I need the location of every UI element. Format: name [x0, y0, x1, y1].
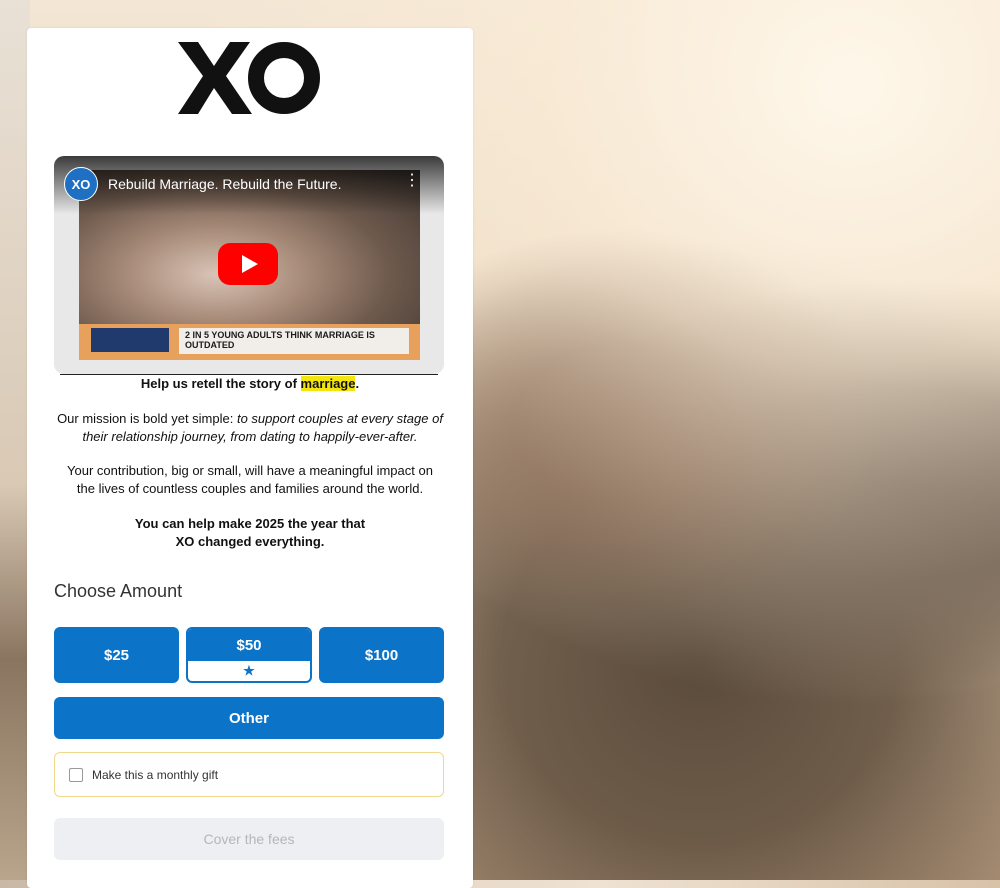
monthly-gift-checkbox[interactable] [69, 767, 83, 782]
other-amount-button[interactable]: Other [54, 697, 444, 739]
monthly-gift-option[interactable]: Make this a monthly gift [54, 752, 444, 797]
background-photo-edge [0, 0, 30, 880]
xo-logo [178, 42, 320, 114]
cover-fees-button[interactable]: Cover the fees [54, 818, 444, 860]
impact-text: Your contribution, big or small, will ha… [67, 463, 433, 496]
choose-amount-heading: Choose Amount [54, 581, 183, 601]
headline-suffix: . [355, 376, 360, 391]
amount-25-button[interactable]: $25 [54, 627, 179, 683]
news-logo-box [91, 328, 169, 352]
star-icon: ★ [243, 663, 255, 678]
headline-prefix: Help us retell the story of [140, 376, 301, 391]
headline: Help us retell the story of marriage. [54, 375, 446, 393]
amount-50-button[interactable]: $50 ★ [186, 627, 312, 683]
amount-50-label: $50 [188, 629, 310, 661]
channel-avatar-icon[interactable]: XO [64, 167, 98, 201]
cta-line-2: XO changed everything. [175, 534, 325, 549]
video-title[interactable]: Rebuild Marriage. Rebuild the Future. [108, 176, 341, 192]
video-lower-third: 2 IN 5 YOUNG ADULTS THINK MARRIAGE IS OU… [79, 324, 420, 360]
headline-highlight: marriage [300, 376, 356, 391]
mission-text: Our mission is bold yet simple: to suppo… [54, 410, 446, 446]
cta-line-1: You can help make 2025 the year that [134, 516, 366, 531]
youtube-play-icon[interactable] [218, 243, 278, 285]
video-player[interactable]: 2 IN 5 YOUNG ADULTS THINK MARRIAGE IS OU… [54, 156, 444, 374]
amount-100-button[interactable]: $100 [319, 627, 444, 683]
video-caption: 2 IN 5 YOUNG ADULTS THINK MARRIAGE IS OU… [179, 328, 409, 354]
monthly-gift-label: Make this a monthly gift [92, 767, 219, 782]
more-vertical-icon[interactable]: ⋮ [404, 173, 420, 189]
mission-prefix: Our mission is bold yet simple: [57, 411, 237, 426]
